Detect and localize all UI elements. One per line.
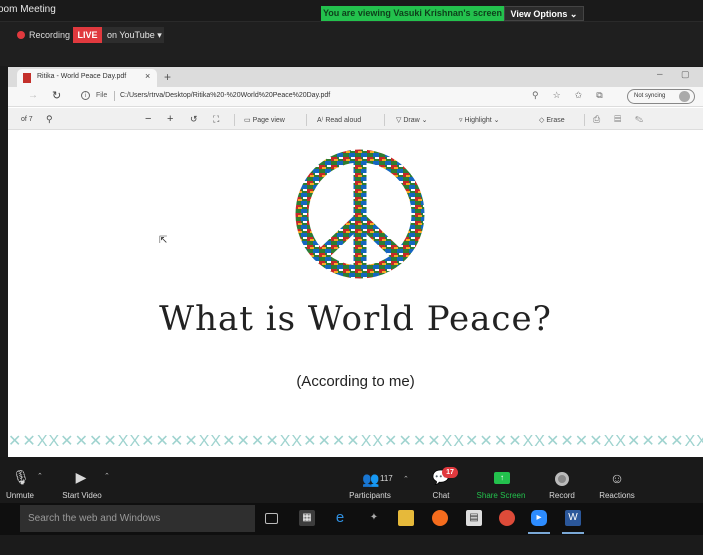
record-icon[interactable] <box>555 472 569 486</box>
minimize-button[interactable]: – <box>657 69 663 80</box>
chat-unread-badge: 17 <box>442 467 458 478</box>
address-actions-icon[interactable]: ⚲☆✩⧉ <box>532 90 617 101</box>
document-heading: What is World Peace? <box>159 299 552 339</box>
zoom-window: oom Meeting You are viewing Vasuki Krish… <box>0 0 703 555</box>
unmute-button[interactable]: Unmute <box>0 491 40 500</box>
draw-label: Draw <box>403 117 420 124</box>
browser-tab[interactable]: Ritika - World Peace Day.pdf × <box>17 69 157 87</box>
view-options-button[interactable]: View Options ⌄ <box>504 6 584 21</box>
record-button[interactable]: Record <box>545 491 579 500</box>
recording-dot-icon <box>17 31 25 39</box>
tab-close-button[interactable]: × <box>145 71 150 81</box>
file-explorer-icon[interactable] <box>398 510 414 526</box>
viewing-banner: You are viewing Vasuki Krishnan's screen <box>321 6 504 21</box>
edge-icon[interactable]: e <box>332 510 348 526</box>
participants-count: 117 <box>380 474 393 483</box>
rotate-icon[interactable]: ↺ <box>190 114 198 125</box>
highlight-label: Highlight <box>464 117 492 124</box>
peace-symbol-image <box>295 149 425 279</box>
app-icon[interactable]: ✦ <box>366 510 382 526</box>
participants-button[interactable]: Participants <box>343 491 397 500</box>
window-title: oom Meeting <box>0 4 56 15</box>
draw-button[interactable]: ▽ Draw ⌄ <box>396 116 427 124</box>
zoom-icon[interactable]: ▸ <box>531 510 547 526</box>
read-aloud-button[interactable]: A⁾ Read aloud <box>317 116 361 124</box>
url-divider <box>114 91 115 101</box>
recording-label: Recording <box>29 30 71 40</box>
decorative-x-border: ✕✕XX✕✕✕✕XX✕✕✕✕XX✕✕✕✕XX✕✕✕✕XX✕✕✕✕XX✕✕✕✕XX… <box>8 433 703 450</box>
taskbar-search-placeholder: Search the web and Windows <box>28 513 161 524</box>
share-screen-button[interactable]: Share Screen <box>474 491 528 500</box>
chevron-up-icon[interactable]: ⌃ <box>37 472 43 480</box>
erase-button[interactable]: ◇ Erase <box>539 116 565 124</box>
profile-avatar-icon[interactable] <box>679 91 690 102</box>
bottom-border <box>0 535 703 555</box>
calculator-icon[interactable]: ▦ <box>299 510 315 526</box>
toolbar-divider <box>584 114 585 126</box>
microphone-muted-icon[interactable]: 🎙 <box>10 469 32 486</box>
file-label: File <box>96 92 108 99</box>
live-badge: LIVE <box>73 27 102 43</box>
zoom-out-button[interactable]: − <box>145 113 151 125</box>
maximize-button[interactable]: ▢ <box>681 69 690 80</box>
chevron-up-icon[interactable]: ⌃ <box>104 472 110 480</box>
sync-label: Not syncing <box>634 93 666 99</box>
chrome-icon[interactable] <box>499 510 515 526</box>
toolbar-divider <box>306 114 307 126</box>
mouse-cursor-icon: ⇱ <box>159 235 168 246</box>
url-input[interactable]: C:/Users/rtrva/Desktop/Ritika%20-%20Worl… <box>120 92 330 99</box>
reactions-button[interactable]: Reactions <box>596 491 638 500</box>
forward-arrow-icon[interactable]: → <box>28 90 38 101</box>
youtube-stream-button[interactable]: on YouTube ▾ <box>102 27 164 43</box>
page-count: of 7 <box>21 116 33 123</box>
shared-screen: Ritika - World Peace Day.pdf × + – ▢ → ↻… <box>8 67 703 457</box>
page-view-label: Page view <box>252 117 285 124</box>
document-subtitle: (According to me) <box>296 373 415 390</box>
calendar-icon[interactable]: ▤ <box>466 510 482 526</box>
word-icon[interactable]: W <box>565 510 581 526</box>
video-muted-icon[interactable]: ▶ <box>70 469 92 486</box>
task-view-icon[interactable] <box>265 513 278 524</box>
toolbar-divider <box>234 114 235 126</box>
start-button[interactable] <box>0 503 18 535</box>
participants-icon[interactable]: 👥 <box>360 471 382 488</box>
print-save-icon[interactable]: ⎙▤✎ <box>593 114 657 125</box>
active-app-indicator <box>562 532 584 534</box>
new-tab-button[interactable]: + <box>164 70 171 84</box>
toolbar-divider <box>384 114 385 126</box>
reload-icon[interactable]: ↻ <box>52 89 61 102</box>
chat-button[interactable]: Chat <box>425 491 457 500</box>
search-icon[interactable]: ⚲ <box>46 114 53 125</box>
info-icon[interactable]: i <box>81 91 90 100</box>
firefox-icon[interactable] <box>432 510 448 526</box>
youtube-stream-label: on YouTube <box>107 30 155 40</box>
active-app-indicator <box>528 532 550 534</box>
fit-page-icon[interactable]: ⛶ <box>213 114 219 125</box>
zoom-in-button[interactable]: + <box>167 113 173 125</box>
share-screen-icon[interactable]: ↑ <box>494 472 510 484</box>
start-video-button[interactable]: Start Video <box>56 491 108 500</box>
tab-title: Ritika - World Peace Day.pdf <box>37 73 127 80</box>
highlight-button[interactable]: ▿ Highlight ⌄ <box>459 116 500 124</box>
pdf-icon <box>23 73 31 83</box>
view-options-label: View Options <box>510 9 568 19</box>
read-aloud-label: Read aloud <box>325 117 362 124</box>
page-view-button[interactable]: ▭ Page view <box>244 116 285 124</box>
reactions-icon[interactable]: ☺ <box>608 470 626 486</box>
chevron-up-icon[interactable]: ⌃ <box>403 475 409 483</box>
erase-label: Erase <box>546 117 565 124</box>
